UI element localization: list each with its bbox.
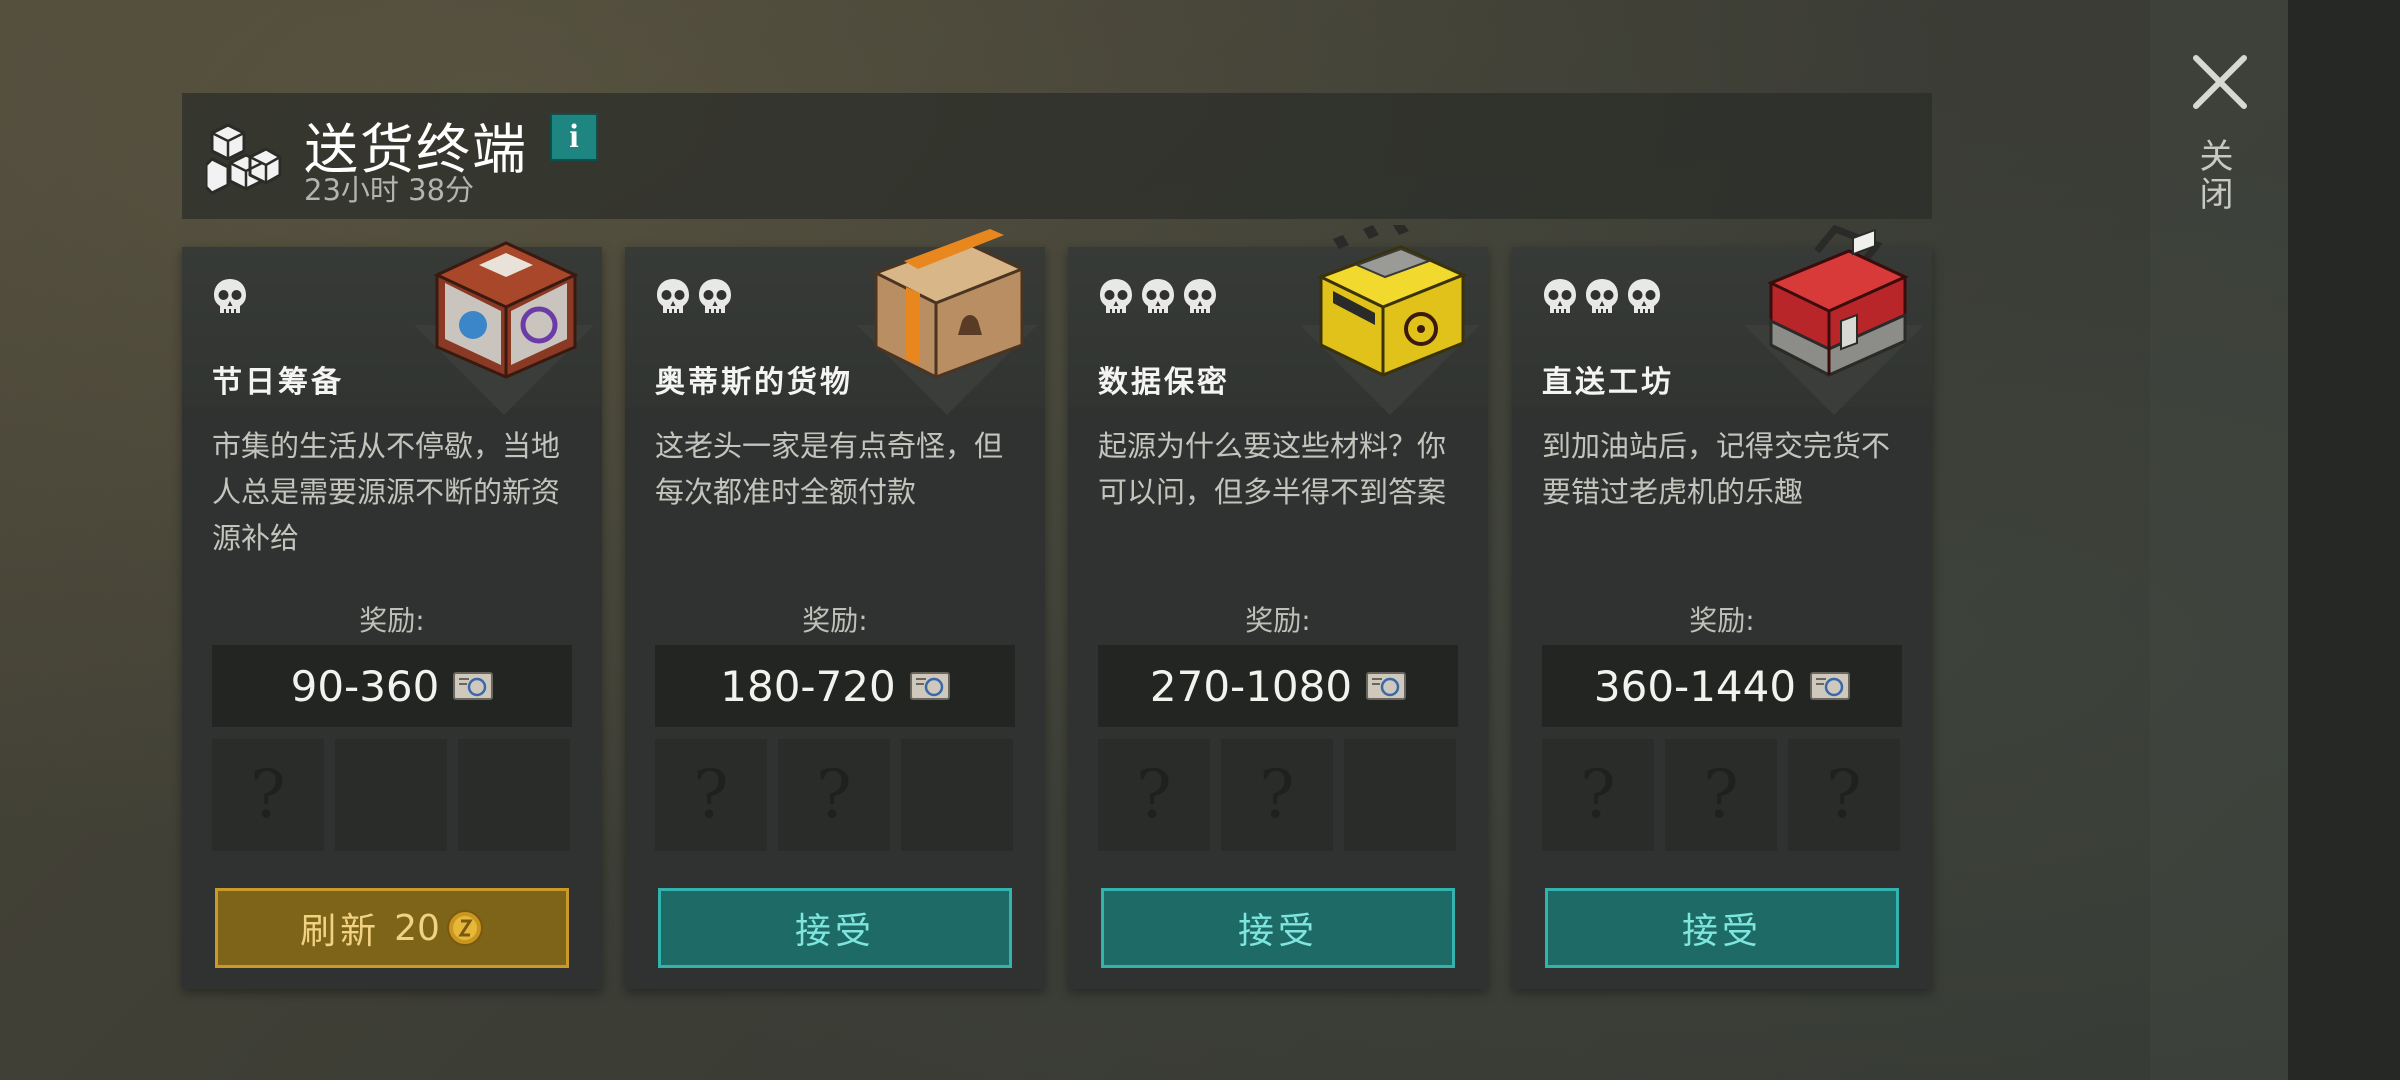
toolbox-icon <box>1767 225 1909 377</box>
boxes-icon <box>206 123 282 195</box>
card-title: 奥蒂斯的货物 <box>655 365 853 400</box>
question-mark-icon: ? <box>1259 756 1295 833</box>
skull-icon <box>1142 279 1174 313</box>
card-description: 这老头一家是有点奇怪，但每次都准时全额付款 <box>655 429 1004 509</box>
accept-button[interactable]: 接受 <box>1101 888 1455 968</box>
reward-range: 90-360 <box>212 645 572 727</box>
reward-label: 奖励: <box>802 604 868 637</box>
delivery-terminal-header: 送货终端 i 23小时 38分 <box>182 93 1932 219</box>
festival-crate-icon <box>433 241 579 379</box>
reward-label: 奖励: <box>359 604 425 637</box>
difficulty-skulls <box>212 277 248 317</box>
reward-slot-unknown: ? <box>212 739 324 851</box>
skull-icon <box>1628 279 1660 313</box>
reward-slots: ? ? <box>655 739 1015 851</box>
reward-slot-unknown: ? <box>1221 739 1333 851</box>
delivery-card: 节日筹备 市集的生活从不停歇，当地人总是需要源源不断的新资源补给 奖励: 90-… <box>182 241 602 989</box>
difficulty-skulls <box>655 277 733 317</box>
close-label[interactable]: 关闭 <box>2193 138 2238 214</box>
difficulty-skulls <box>1542 277 1662 317</box>
delivery-card: 直送工坊 到加油站后，记得交完货不要错过老虎机的乐趣 奖励: 360-1440 … <box>1512 225 1932 989</box>
card-description: 起源为什么要这些材料？你可以问，但多半得不到答案 <box>1098 429 1447 509</box>
biohazard-case-icon <box>1317 225 1467 377</box>
reward-slot-empty <box>335 739 447 851</box>
reward-value: 270-1080 <box>1149 661 1353 711</box>
reward-slots: ? ? <box>1098 739 1458 851</box>
skull-icon <box>699 279 731 313</box>
coin-icon <box>446 910 483 946</box>
ticket-icon <box>453 672 494 700</box>
question-mark-icon: ? <box>1826 756 1862 833</box>
reward-slot-unknown: ? <box>1098 739 1210 851</box>
reward-slot-empty <box>1344 739 1456 851</box>
reward-slot-empty <box>901 739 1013 851</box>
skull-icon <box>657 279 689 313</box>
cardboard-box-icon <box>872 229 1026 379</box>
reward-value: 180-720 <box>720 661 896 711</box>
reward-slots: ? <box>212 739 572 851</box>
info-button[interactable]: i <box>550 113 598 161</box>
card-description: 市集的生活从不停歇，当地人总是需要源源不断的新资源补给 <box>212 429 561 555</box>
refresh-cost: 20 <box>394 907 440 949</box>
difficulty-skulls <box>1098 277 1218 317</box>
skull-icon <box>1586 279 1618 313</box>
reward-slot-unknown: ? <box>655 739 767 851</box>
refresh-label: 刷新 <box>300 911 381 952</box>
card-title: 节日筹备 <box>212 365 344 400</box>
skull-icon <box>214 279 246 313</box>
refresh-timer: 23小时 38分 <box>304 173 475 207</box>
reward-range: 360-1440 <box>1542 645 1902 727</box>
delivery-card: 数据保密 起源为什么要这些材料？你可以问，但多半得不到答案 奖励: 270-10… <box>1068 225 1488 989</box>
ticket-icon <box>1366 672 1407 700</box>
delivery-card: 奥蒂斯的货物 这老头一家是有点奇怪，但每次都准时全额付款 奖励: 180-720… <box>625 229 1045 989</box>
question-mark-icon: ? <box>250 756 286 833</box>
reward-range: 180-720 <box>655 645 1015 727</box>
ticket-icon <box>909 672 950 700</box>
card-title: 数据保密 <box>1098 365 1230 400</box>
reward-range: 270-1080 <box>1098 645 1458 727</box>
reward-slot-unknown: ? <box>1788 739 1900 851</box>
question-mark-icon: ? <box>693 756 729 833</box>
accept-button[interactable]: 接受 <box>1545 888 1899 968</box>
reward-value: 360-1440 <box>1593 661 1797 711</box>
reward-slots: ? ? ? <box>1542 739 1902 851</box>
reward-label: 奖励: <box>1245 604 1311 637</box>
reward-slot-unknown: ? <box>778 739 890 851</box>
reward-value: 90-360 <box>290 661 440 711</box>
refresh-button[interactable]: 刷新 20 <box>215 888 569 968</box>
close-icon[interactable] <box>2188 50 2252 114</box>
reward-label: 奖励: <box>1689 604 1755 637</box>
skull-icon <box>1100 279 1132 313</box>
question-mark-icon: ? <box>1580 756 1616 833</box>
reward-slot-empty <box>458 739 570 851</box>
question-mark-icon: ? <box>1703 756 1739 833</box>
reward-slot-unknown: ? <box>1665 739 1777 851</box>
screen-edge <box>2288 0 2400 1080</box>
ticket-icon <box>1810 672 1851 700</box>
skull-icon <box>1184 279 1216 313</box>
skull-icon <box>1544 279 1576 313</box>
question-mark-icon: ? <box>816 756 852 833</box>
reward-slot-unknown: ? <box>1542 739 1654 851</box>
card-description: 到加油站后，记得交完货不要错过老虎机的乐趣 <box>1542 429 1891 509</box>
card-title: 直送工坊 <box>1542 365 1674 400</box>
question-mark-icon: ? <box>1136 756 1172 833</box>
accept-button[interactable]: 接受 <box>658 888 1012 968</box>
